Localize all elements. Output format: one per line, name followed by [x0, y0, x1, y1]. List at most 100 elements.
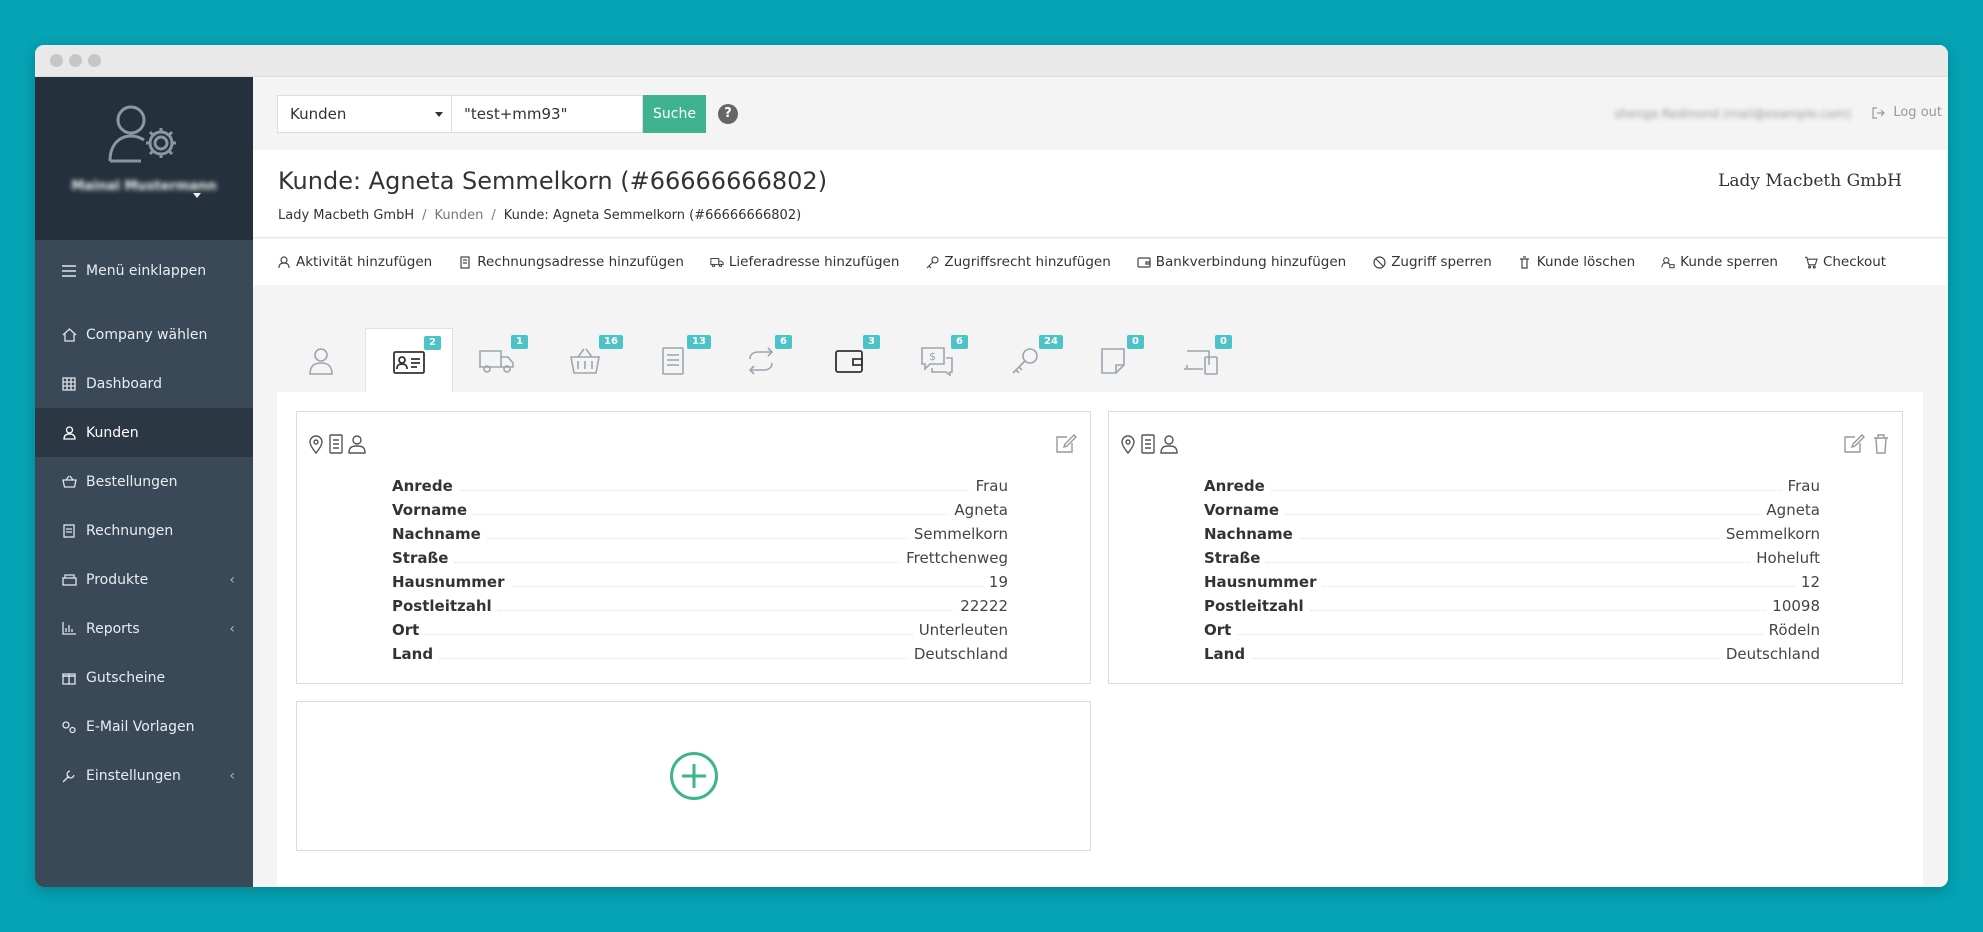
field-label: Ort: [392, 621, 420, 639]
tab-addresses[interactable]: 2: [365, 328, 453, 394]
sidebar-item-reports[interactable]: Reports ‹: [35, 604, 253, 653]
home-icon: [60, 327, 78, 342]
lock-customer-button[interactable]: Kunde sperren: [1661, 254, 1778, 270]
sidebar-item-company[interactable]: Company wählen: [35, 310, 253, 359]
address-field-row: Postleitzahl 22222: [392, 597, 1008, 621]
field-value: Rödeln: [1768, 621, 1820, 639]
breadcrumb-item[interactable]: Kunden: [435, 208, 484, 223]
field-value: Semmelkorn: [913, 525, 1008, 543]
page-header: Kunde: Agneta Semmelkorn (#66666666802) …: [253, 150, 1948, 238]
field-value: Semmelkorn: [1725, 525, 1820, 543]
checkout-button[interactable]: Checkout: [1804, 254, 1886, 270]
add-activity-button[interactable]: Aktivität hinzufügen: [277, 254, 432, 270]
profile-dropdown-caret[interactable]: [193, 193, 201, 198]
add-access-right-label: Zugriffsrecht hinzufügen: [944, 254, 1111, 270]
logout-link[interactable]: Log out: [1872, 105, 1942, 120]
company-name: Lady Macbeth GmbH: [1718, 171, 1902, 191]
leader-dots: [510, 573, 983, 587]
breadcrumb-item[interactable]: Lady Macbeth GmbH: [278, 208, 414, 223]
edit-icon[interactable]: [1843, 434, 1865, 454]
minimize-window-dot[interactable]: [69, 54, 82, 67]
user-info: shenga Redmond (mail@example.com): [1614, 107, 1851, 121]
add-shipping-address-button[interactable]: Lieferadresse hinzufügen: [710, 254, 900, 270]
field-label: Anrede: [392, 477, 453, 495]
tab-notes[interactable]: 0: [1069, 328, 1157, 394]
sidebar-item-rechnungen[interactable]: Rechnungen: [35, 506, 253, 555]
tab-payments[interactable]: $ 6: [893, 328, 981, 394]
add-billing-address-label: Rechnungsadresse hinzufügen: [477, 254, 684, 270]
add-shipping-address-label: Lieferadresse hinzufügen: [728, 254, 900, 270]
leader-dots: [1270, 477, 1782, 491]
tab-profile[interactable]: [277, 328, 365, 394]
address-field-row: Vorname Agneta: [392, 501, 1008, 525]
field-value: Frettchenweg: [906, 549, 1008, 567]
wallet-icon: [1137, 255, 1151, 269]
wallet-icon: [835, 350, 863, 373]
field-value: Agneta: [1766, 501, 1820, 519]
tab-access[interactable]: 24: [981, 328, 1069, 394]
tab-wallet[interactable]: 3: [805, 328, 893, 394]
delete-customer-button[interactable]: Kunde löschen: [1518, 254, 1635, 270]
sidebar-item-dashboard[interactable]: Dashboard: [35, 359, 253, 408]
search-input[interactable]: [451, 94, 643, 133]
sidebar-item-label: Einstellungen: [86, 767, 181, 784]
block-access-button[interactable]: Zugriff sperren: [1372, 254, 1492, 270]
address-field-row: Anrede Frau: [392, 477, 1008, 501]
field-value: 19: [988, 573, 1008, 591]
sidebar-item-label: Produkte: [86, 571, 149, 588]
sidebar-item-kunden[interactable]: Kunden: [35, 408, 253, 457]
menu-collapse-label: Menü einklappen: [86, 263, 207, 279]
sidebar-item-gutscheine[interactable]: Gutscheine: [35, 653, 253, 702]
invoice-icon: [329, 434, 343, 454]
menu-collapse[interactable]: Menü einklappen: [35, 246, 253, 296]
tab-badge: 13: [687, 335, 711, 349]
sidebar-item-produkte[interactable]: Produkte ‹: [35, 555, 253, 604]
tab-panel-addresses: Anrede Frau Vorname Agneta Nachname Semmelk…: [277, 392, 1923, 887]
search-scope-select[interactable]: Kunden: [277, 94, 451, 133]
add-bank-account-button[interactable]: Bankverbindung hinzufügen: [1137, 254, 1346, 270]
field-value: Hoheluft: [1756, 549, 1820, 567]
top-search-bar: Kunden Suche ? shenga Redmond (mail@exam…: [253, 77, 1948, 150]
search-button[interactable]: Suche: [643, 94, 706, 133]
address-type-icons: [308, 434, 366, 454]
plus-circle-icon[interactable]: [669, 751, 719, 801]
leader-dots: [1298, 525, 1720, 539]
truck-icon: [710, 255, 724, 269]
invoice-icon: [1141, 434, 1155, 454]
address-card: Anrede Frau Vorname Agneta Nachname Semmelk…: [1108, 411, 1903, 684]
cart-icon: [1804, 255, 1818, 269]
sidebar-item-label: Dashboard: [86, 375, 162, 392]
tab-shipping[interactable]: 1: [453, 328, 541, 394]
add-billing-address-button[interactable]: Rechnungsadresse hinzufügen: [458, 254, 684, 270]
money-chat-icon: $: [921, 347, 953, 376]
main-area: Kunden Suche ? shenga Redmond (mail@exam…: [253, 77, 1948, 887]
user-icon: [1160, 435, 1178, 454]
tab-orders[interactable]: 16: [541, 328, 629, 394]
field-label: Ort: [1204, 621, 1232, 639]
profile-name[interactable]: Mainal Mustermann: [71, 179, 216, 194]
sidebar-item-email-vorlagen[interactable]: E-Mail Vorlagen: [35, 702, 253, 751]
tab-subscriptions[interactable]: 6: [717, 328, 805, 394]
trash-icon[interactable]: [1873, 434, 1889, 454]
profile-block: Mainal Mustermann: [35, 77, 253, 240]
add-activity-label: Aktivität hinzufügen: [296, 254, 433, 270]
address-field-row: Ort Unterleuten: [392, 621, 1008, 645]
tab-invoices[interactable]: 13: [629, 328, 717, 394]
close-window-dot[interactable]: [50, 54, 63, 67]
bar-chart-icon: [60, 622, 78, 635]
sidebar-item-bestellungen[interactable]: Bestellungen: [35, 457, 253, 506]
edit-icon[interactable]: [1055, 434, 1077, 454]
field-value: 12: [1800, 573, 1820, 591]
tab-devices[interactable]: 0: [1157, 328, 1245, 394]
sidebar-item-label: Company wählen: [86, 326, 208, 343]
address-field-row: Ort Rödeln: [1204, 621, 1820, 645]
maximize-window-dot[interactable]: [88, 54, 101, 67]
sidebar-item-einstellungen[interactable]: Einstellungen ‹: [35, 751, 253, 800]
truck-icon: [479, 350, 514, 373]
user-settings-icon: [108, 105, 176, 163]
add-address-card[interactable]: [296, 701, 1091, 851]
window-titlebar: [35, 45, 1948, 77]
help-icon[interactable]: ?: [718, 103, 738, 124]
add-access-right-button[interactable]: Zugriffsrecht hinzufügen: [925, 254, 1111, 270]
field-value: Deutschland: [913, 645, 1008, 663]
